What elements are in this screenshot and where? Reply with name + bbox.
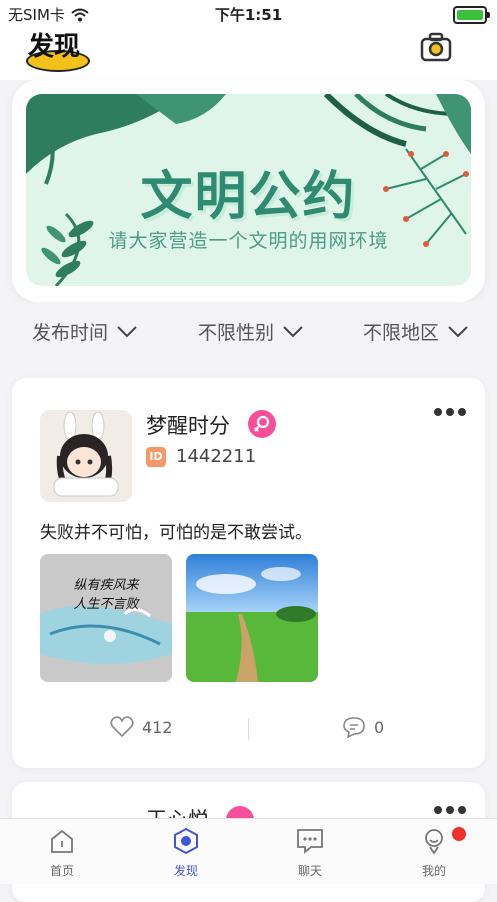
- image-caption-line-2: 人生不言败: [73, 597, 139, 612]
- post-card[interactable]: 梦醒时分 ID 1442211 失败并不可怕，可怕的是不敢尝试。 纵有疾风来 人…: [12, 378, 485, 768]
- filter-label: 不限地区: [363, 322, 440, 344]
- like-count: 412: [142, 717, 173, 737]
- chevron-down-icon: [283, 325, 303, 337]
- tab-label: 发现: [173, 864, 198, 878]
- filter-region[interactable]: 不限地区: [363, 318, 469, 345]
- post-content: 失败并不可怕，可怕的是不敢尝试。: [40, 523, 312, 543]
- filter-publish-time[interactable]: 发布时间: [32, 318, 138, 345]
- banner-subtitle: 请大家营造一个文明的用网环境: [108, 230, 389, 252]
- tab-label: 聊天: [297, 864, 322, 878]
- profile-icon: [425, 829, 443, 855]
- home-icon: [51, 829, 73, 853]
- avatar[interactable]: [40, 410, 132, 502]
- like-button[interactable]: 412: [110, 716, 173, 738]
- post-image-2[interactable]: [186, 554, 318, 682]
- status-bar: 无SIM卡 下午1:51: [0, 0, 497, 28]
- heart-icon: [110, 716, 134, 738]
- user-id: 1442211: [176, 446, 257, 467]
- tab-label: 首页: [49, 864, 74, 878]
- chevron-down-icon: [448, 325, 468, 337]
- tab-label: 我的: [421, 864, 446, 878]
- comment-count: 0: [374, 717, 385, 737]
- banner-card[interactable]: 文明公约 请大家营造一个文明的用网环境: [12, 80, 485, 302]
- camera-icon[interactable]: [420, 32, 452, 62]
- filter-bar: 发布时间 不限性别 不限地区: [0, 302, 497, 362]
- divider: [248, 718, 249, 740]
- post-image-1[interactable]: 纵有疾风来 人生不言败: [40, 554, 172, 682]
- comment-icon: [343, 717, 365, 738]
- more-options-icon[interactable]: [434, 806, 466, 814]
- comment-button[interactable]: 0: [342, 716, 384, 738]
- notification-badge: [452, 827, 466, 841]
- chevron-down-icon: [117, 325, 137, 337]
- tab-chat[interactable]: 聊天: [270, 827, 350, 879]
- filter-label: 发布时间: [32, 322, 109, 344]
- discover-icon: [174, 827, 198, 855]
- id-badge: ID: [146, 447, 166, 467]
- female-icon: [248, 410, 276, 438]
- chat-icon: [297, 829, 323, 854]
- tab-discover[interactable]: 发现: [146, 827, 226, 879]
- post-username[interactable]: 梦醒时分: [146, 410, 230, 440]
- page-title: 发现: [28, 32, 81, 62]
- filter-gender[interactable]: 不限性别: [198, 318, 304, 345]
- filter-label: 不限性别: [198, 322, 275, 344]
- tab-bar: 首页 发现 聊天 我的: [0, 818, 497, 884]
- status-time: 下午1:51: [214, 6, 283, 24]
- battery-icon: [453, 6, 490, 24]
- post-actions: 412 0: [12, 716, 485, 746]
- image-caption-line-1: 纵有疾风来: [73, 578, 139, 593]
- header: 发现: [0, 28, 497, 80]
- more-options-icon[interactable]: [434, 408, 466, 416]
- banner-title: 文明公约: [140, 167, 357, 227]
- tab-home[interactable]: 首页: [22, 827, 102, 879]
- banner[interactable]: 文明公约 请大家营造一个文明的用网环境: [26, 94, 471, 286]
- page-title-logo: 发现: [24, 28, 90, 72]
